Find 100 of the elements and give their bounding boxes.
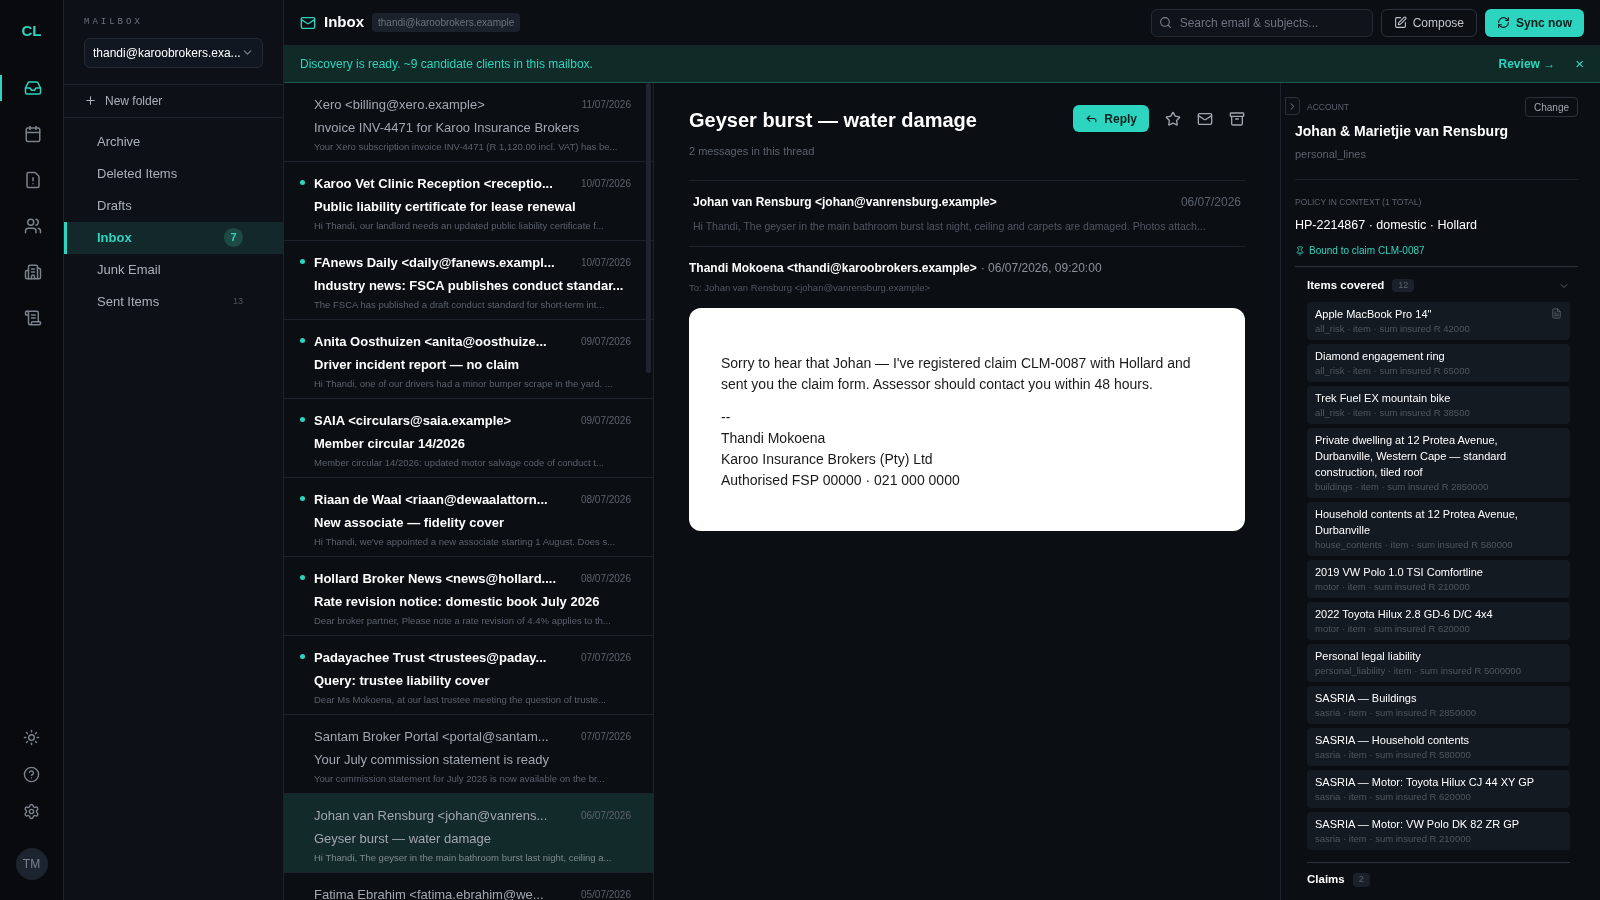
help-icon[interactable]: [23, 766, 40, 783]
item-name: Trek Fuel EX mountain bike: [1315, 391, 1452, 407]
policy-summary: HP-2214867 · domestic · Hollard: [1295, 217, 1479, 235]
message-sender: Karoo Vet Clinic Reception <receptio...: [314, 175, 554, 193]
message-subject: New associate — fidelity cover: [314, 513, 506, 532]
account-dropdown[interactable]: thandi@karoobrokers.exa...: [84, 37, 263, 68]
message-item[interactable]: Fatima Ebrahim <fatima.ebrahim@we... 05/07/2026: [284, 873, 653, 900]
signature-line: Karoo Insurance Brokers (Pty) Ltd: [721, 449, 934, 469]
folder-item[interactable]: Junk Email: [64, 253, 283, 286]
folder-item[interactable]: Sent Items 13: [64, 285, 283, 318]
message-preview: Hi Thandi, The geyser in the main bathroom burst last night, ceiling and carpets are damaged. Photos attach...: [693, 218, 1207, 234]
star-icon[interactable]: [1165, 110, 1181, 127]
page-title: Inbox: [324, 12, 364, 33]
mail-icon: [300, 14, 316, 31]
policy-label: POLICY IN CONTEXT (1 TOTAL): [1295, 195, 1423, 209]
message-preview: Your commission statement for July 2026 is now available on the br...: [314, 772, 606, 786]
search-icon: [1158, 15, 1172, 29]
message-item[interactable]: SAIA <circulars@saia.example> 09/07/2026 Member circular 14/2026 Member circular 14/2026: updated motor salvage code of conduct t...: [284, 399, 653, 478]
folder-item[interactable]: Archive: [64, 125, 283, 158]
message-preview: Your Xero subscription invoice INV-4471 (R 1,120.00 incl. VAT) has be...: [314, 140, 619, 154]
message-date: 10/07/2026: [580, 256, 631, 271]
folder-item[interactable]: Inbox 7: [64, 221, 283, 254]
message-preview: Dear Ms Mokoena, at our last trustee meeting the question of truste...: [314, 693, 607, 707]
message-subject: Query: trustee liability cover: [314, 671, 491, 690]
banner-text: Discovery is ready. ~9 candidate clients in this mailbox.: [300, 56, 594, 73]
section-title: Claims: [1307, 872, 1345, 888]
message-preview: Hi Thandi, one of our drivers had a minor bumper scrape in the yard. ...: [314, 377, 614, 391]
message-item[interactable]: Karoo Vet Clinic Reception <receptio... 10/07/2026 Public liability certificate for lease renewal Hi Thandi, our landlord needs an updated public liability certificate f...: [284, 162, 653, 241]
pin-icon: [1295, 245, 1305, 256]
section-title: Items covered: [1307, 278, 1385, 293]
message-sender: Anita Oosthuizen <anita@oosthuize...: [314, 333, 548, 351]
message-date: 06/07/2026: [580, 809, 631, 824]
message-subject: Geyser burst — water damage: [314, 829, 493, 848]
message-date: 11/07/2026: [581, 98, 631, 113]
message-sender: Padayachee Trust <trustees@paday...: [314, 649, 548, 667]
message-item[interactable]: Padayachee Trust <trustees@paday... 07/07/2026 Query: trustee liability cover Dear Ms Mokoena, at our last trustee meeting the question of truste...: [284, 636, 653, 715]
search-field[interactable]: Search email & subjects...: [1150, 8, 1373, 37]
sender-name: Thandi Mokoena <thandi@karoobrokers.example>: [689, 261, 977, 276]
signature-line: Authorised FSP 00000 · 021 000 0000: [721, 470, 961, 490]
user-avatar[interactable]: TM: [15, 848, 48, 880]
archive-icon[interactable]: [1229, 110, 1245, 127]
message-sender: Xero <billing@xero.example>: [314, 96, 486, 114]
message-preview: Dear broker partner, Please note a rate revision of 4.4% applies to th...: [314, 614, 612, 628]
signature-line: --: [721, 407, 732, 427]
close-button[interactable]: ×: [1575, 52, 1584, 76]
settings-icon[interactable]: [23, 803, 40, 820]
address-badge: thandi@karoobrokers.example: [372, 13, 521, 32]
mailbox-label: MAILBOX: [84, 16, 144, 29]
item-name: SASRIA — Motor: VW Polo DK 82 ZR GP: [1315, 817, 1521, 833]
item-name: Personal legal liability: [1315, 649, 1422, 665]
message-preview: Hi Thandi, we've appointed a new associate starting 1 August. Does s...: [314, 535, 617, 549]
item-name: Apple MacBook Pro 14": [1315, 307, 1433, 323]
scrollbar[interactable]: [646, 83, 651, 373]
message-preview: Member circular 14/2026: updated motor salvage code of conduct t...: [314, 456, 605, 470]
message-subject: Public liability certificate for lease renewal: [314, 197, 577, 216]
message-item[interactable]: Hollard Broker News <news@hollard.... 08/07/2026 Rate revision notice: domestic book July 2026 Dear broker partner, Please note a rate revision of 4.4% applies to th...: [284, 557, 653, 636]
theme-icon[interactable]: [23, 729, 40, 746]
folder-item[interactable]: Drafts: [64, 189, 283, 222]
sync-button[interactable]: Sync now: [1485, 8, 1584, 37]
item-name: Household contents at 12 Protea Avenue, Durbanville: [1315, 507, 1519, 539]
compose-button[interactable]: Compose: [1380, 8, 1477, 37]
message-sender: FAnews Daily <daily@fanews.exampl...: [314, 254, 556, 272]
items-count: 12: [1392, 278, 1415, 293]
message-sender: Riaan de Waal <riaan@dewaalattorn...: [314, 491, 549, 509]
message-date: 10/07/2026: [580, 177, 631, 192]
message-date: · 06/07/2026, 09:20:00: [980, 261, 1102, 276]
review-link[interactable]: Review →: [1498, 55, 1556, 73]
message-sender: Hollard Broker News <news@hollard....: [314, 570, 558, 588]
message-date: 08/07/2026: [580, 572, 631, 587]
client-type-label: personal_lines: [1295, 147, 1367, 162]
change-button[interactable]: Change: [1524, 97, 1578, 117]
message-subject: Your July commission statement is ready: [314, 750, 551, 769]
message-item[interactable]: Anita Oosthuizen <anita@oosthuize... 09/07/2026 Driver incident report — no claim Hi Thandi, one of our drivers had a minor bumper scrape in the yard. ...: [284, 320, 653, 399]
reply-icon: [1085, 112, 1099, 125]
thread-count: 2 messages in this thread: [689, 144, 816, 159]
reply-button[interactable]: Reply: [1073, 105, 1149, 132]
message-sender: Johan van Rensburg <johan@vanrens...: [314, 807, 549, 825]
message-preview: Hi Thandi, The geyser in the main bathroom burst last night, ceiling a...: [314, 851, 613, 865]
plus-icon: [84, 94, 97, 107]
message-date: 07/07/2026: [580, 651, 631, 666]
account-label: ACCOUNT: [1307, 100, 1351, 114]
message-sender: Fatima Ebrahim <fatima.ebrahim@we...: [314, 886, 545, 900]
message-subject: Driver incident report — no claim: [314, 355, 521, 374]
folder-item[interactable]: Deleted Items: [64, 157, 283, 190]
thread-subject: Geyser burst — water damage: [689, 108, 978, 133]
claim-link[interactable]: Bound to claim CLM-0087: [1309, 243, 1425, 258]
message-subject: Invoice INV-4471 for Karoo Insurance Brokers: [314, 118, 581, 137]
mail-icon[interactable]: [1197, 110, 1213, 127]
app-logo: CL: [21, 21, 42, 41]
message-item[interactable]: Riaan de Waal <riaan@dewaalattorn... 08/07/2026 New associate — fidelity cover Hi Thandi, we've appointed a new associate starting 1 August. Does s...: [284, 478, 653, 557]
message-item[interactable]: FAnews Daily <daily@fanews.exampl... 10/07/2026 Industry news: FSCA publishes conduct standar... The FSCA has published a draft conduct standard for short-term int...: [284, 241, 653, 320]
message-item[interactable]: Johan van Rensburg <johan@vanrens... 06/07/2026 Geyser burst — water damage Hi Thandi, The geyser in the main bathroom burst last night, ceiling a...: [284, 794, 653, 873]
new-folder-button[interactable]: New folder: [84, 91, 163, 110]
folder-count: 13: [233, 294, 243, 308]
message-body: Sorry to hear that Johan — I've registered claim CLM-0087 with Hollard and sent you the claim form. Assessor should contact you within 48 hours.: [721, 353, 1192, 394]
message-date: 05/07/2026: [580, 888, 631, 900]
message-item[interactable]: Xero <billing@xero.example> 11/07/2026 Invoice INV-4471 for Karoo Insurance Brokers Your Xero subscription invoice INV-4471 (R 1,120.00 incl. VAT) has be...: [284, 83, 653, 162]
message-preview: Hi Thandi, our landlord needs an updated public liability certificate f...: [314, 219, 605, 233]
message-subject: Industry news: FSCA publishes conduct standar...: [314, 276, 625, 295]
item-name: 2022 Toyota Hilux 2.8 GD-6 D/C 4x4: [1315, 607, 1494, 623]
